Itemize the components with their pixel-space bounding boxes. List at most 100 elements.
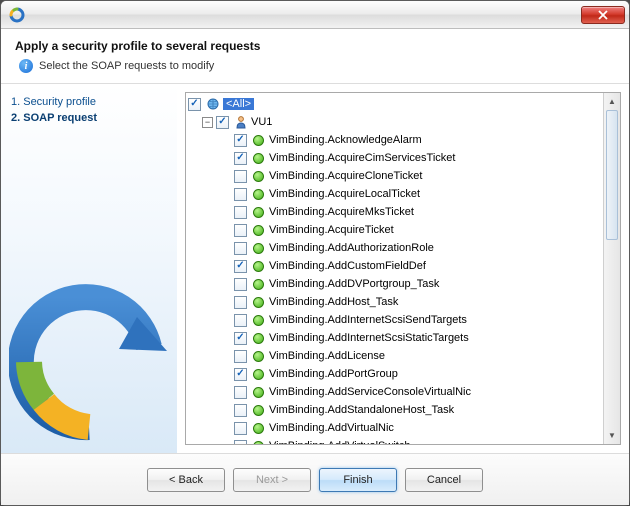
operation-icon bbox=[253, 387, 264, 398]
tree-item-label: VimBinding.AddHost_Task bbox=[269, 296, 398, 308]
tree-container: <All>− VU1 VimBinding.AcknowledgeAlarm VimB… bbox=[185, 92, 621, 445]
tree-item-label: VimBinding.AddPortGroup bbox=[269, 368, 398, 380]
tree-item-label: VimBinding.AddCustomFieldDef bbox=[269, 260, 426, 272]
tree-row[interactable]: VimBinding.AddInternetScsiSendTargets bbox=[188, 311, 601, 329]
titlebar[interactable] bbox=[1, 1, 629, 29]
tree-row[interactable]: VimBinding.AcquireLocalTicket bbox=[188, 185, 601, 203]
tree-view[interactable]: <All>− VU1 VimBinding.AcknowledgeAlarm VimB… bbox=[186, 93, 603, 444]
tree-row[interactable]: − VU1 bbox=[188, 113, 601, 131]
checkbox-item-5[interactable] bbox=[234, 224, 247, 237]
checkbox-item-6[interactable] bbox=[234, 242, 247, 255]
tree-root-label: <All> bbox=[223, 98, 254, 110]
checkbox-item-0[interactable] bbox=[234, 134, 247, 147]
tree-item-label: VimBinding.AddServiceConsoleVirtualNic bbox=[269, 386, 471, 398]
operation-icon bbox=[253, 297, 264, 308]
tree-item-label: VimBinding.AddAuthorizationRole bbox=[269, 242, 434, 254]
page-title: Apply a security profile to several requ… bbox=[15, 39, 615, 53]
wizard-step-1[interactable]: 1. Security profile bbox=[11, 94, 167, 110]
checkbox-vu1[interactable] bbox=[216, 116, 229, 129]
checkbox-item-4[interactable] bbox=[234, 206, 247, 219]
operation-icon bbox=[253, 135, 264, 146]
checkbox-item-3[interactable] bbox=[234, 188, 247, 201]
tree-item-label: VimBinding.AcquireTicket bbox=[269, 224, 394, 236]
operation-icon bbox=[253, 279, 264, 290]
tree-row[interactable]: VimBinding.AcquireCloneTicket bbox=[188, 167, 601, 185]
tree-row[interactable]: <All> bbox=[188, 95, 601, 113]
operation-icon bbox=[253, 315, 264, 326]
globe-icon bbox=[207, 98, 219, 110]
checkbox-item-14[interactable] bbox=[234, 386, 247, 399]
operation-icon bbox=[253, 333, 264, 344]
app-icon bbox=[9, 7, 25, 23]
tree-row[interactable]: VimBinding.AcquireTicket bbox=[188, 221, 601, 239]
checkbox-item-12[interactable] bbox=[234, 350, 247, 363]
operation-icon bbox=[253, 369, 264, 380]
checkbox-item-15[interactable] bbox=[234, 404, 247, 417]
tree-item-label: VimBinding.AddVirtualSwitch bbox=[269, 440, 410, 444]
tree-vu-label: VU1 bbox=[251, 116, 272, 128]
checkbox-item-16[interactable] bbox=[234, 422, 247, 435]
operation-icon bbox=[253, 405, 264, 416]
tree-row[interactable]: VimBinding.AddLicense bbox=[188, 347, 601, 365]
scroll-down-arrow[interactable]: ▼ bbox=[604, 427, 620, 444]
finish-button[interactable]: Finish bbox=[319, 468, 397, 492]
user-icon bbox=[235, 115, 247, 129]
operation-icon bbox=[253, 261, 264, 272]
page-subtitle: i Select the SOAP requests to modify bbox=[15, 59, 615, 73]
operation-icon bbox=[253, 423, 264, 434]
operation-icon bbox=[253, 441, 264, 445]
next-button: Next > bbox=[233, 468, 311, 492]
tree-item-label: VimBinding.AcknowledgeAlarm bbox=[269, 134, 422, 146]
checkbox-item-7[interactable] bbox=[234, 260, 247, 273]
expand-toggle[interactable]: − bbox=[202, 117, 213, 128]
tree-row[interactable]: VimBinding.AddInternetScsiStaticTargets bbox=[188, 329, 601, 347]
wizard-step-2[interactable]: 2. SOAP request bbox=[11, 110, 167, 126]
scroll-thumb[interactable] bbox=[606, 110, 618, 240]
checkbox-item-11[interactable] bbox=[234, 332, 247, 345]
close-button[interactable] bbox=[581, 6, 625, 24]
checkbox-item-1[interactable] bbox=[234, 152, 247, 165]
scroll-up-arrow[interactable]: ▲ bbox=[604, 93, 620, 110]
operation-icon bbox=[253, 225, 264, 236]
tree-row[interactable]: VimBinding.AddPortGroup bbox=[188, 365, 601, 383]
tree-row[interactable]: VimBinding.AcquireCimServicesTicket bbox=[188, 149, 601, 167]
tree-item-label: VimBinding.AcquireCimServicesTicket bbox=[269, 152, 455, 164]
checkbox-all[interactable] bbox=[188, 98, 201, 111]
operation-icon bbox=[253, 171, 264, 182]
tree-row[interactable]: VimBinding.AddStandaloneHost_Task bbox=[188, 401, 601, 419]
operation-icon bbox=[253, 153, 264, 164]
tree-row[interactable]: VimBinding.AcknowledgeAlarm bbox=[188, 131, 601, 149]
tree-row[interactable]: VimBinding.AddCustomFieldDef bbox=[188, 257, 601, 275]
tree-row[interactable]: VimBinding.AddHost_Task bbox=[188, 293, 601, 311]
main-panel: <All>− VU1 VimBinding.AcknowledgeAlarm VimB… bbox=[177, 84, 629, 453]
cancel-button[interactable]: Cancel bbox=[405, 468, 483, 492]
tree-row[interactable]: VimBinding.AddVirtualSwitch bbox=[188, 437, 601, 444]
tree-item-label: VimBinding.AddDVPortgroup_Task bbox=[269, 278, 439, 290]
checkbox-item-10[interactable] bbox=[234, 314, 247, 327]
back-button[interactable]: < Back bbox=[147, 468, 225, 492]
tree-item-label: VimBinding.AddLicense bbox=[269, 350, 385, 362]
tree-row[interactable]: VimBinding.AddAuthorizationRole bbox=[188, 239, 601, 257]
operation-icon bbox=[253, 207, 264, 218]
tree-item-label: VimBinding.AddInternetScsiSendTargets bbox=[269, 314, 467, 326]
vertical-scrollbar[interactable]: ▲ ▼ bbox=[603, 93, 620, 444]
operation-icon bbox=[253, 189, 264, 200]
tree-item-label: VimBinding.AcquireMksTicket bbox=[269, 206, 414, 218]
tree-item-label: VimBinding.AddStandaloneHost_Task bbox=[269, 404, 454, 416]
tree-item-label: VimBinding.AddInternetScsiStaticTargets bbox=[269, 332, 469, 344]
body: 1. Security profile2. SOAP request bbox=[1, 84, 629, 453]
tree-row[interactable]: VimBinding.AcquireMksTicket bbox=[188, 203, 601, 221]
subtitle-text: Select the SOAP requests to modify bbox=[39, 60, 214, 72]
tree-row[interactable]: VimBinding.AddServiceConsoleVirtualNic bbox=[188, 383, 601, 401]
wizard-steps-panel: 1. Security profile2. SOAP request bbox=[1, 84, 177, 453]
tree-item-label: VimBinding.AcquireCloneTicket bbox=[269, 170, 422, 182]
checkbox-item-17[interactable] bbox=[234, 440, 247, 445]
decorative-arrow-icon bbox=[9, 247, 169, 447]
checkbox-item-8[interactable] bbox=[234, 278, 247, 291]
operation-icon bbox=[253, 243, 264, 254]
checkbox-item-13[interactable] bbox=[234, 368, 247, 381]
tree-row[interactable]: VimBinding.AddVirtualNic bbox=[188, 419, 601, 437]
tree-row[interactable]: VimBinding.AddDVPortgroup_Task bbox=[188, 275, 601, 293]
checkbox-item-2[interactable] bbox=[234, 170, 247, 183]
checkbox-item-9[interactable] bbox=[234, 296, 247, 309]
